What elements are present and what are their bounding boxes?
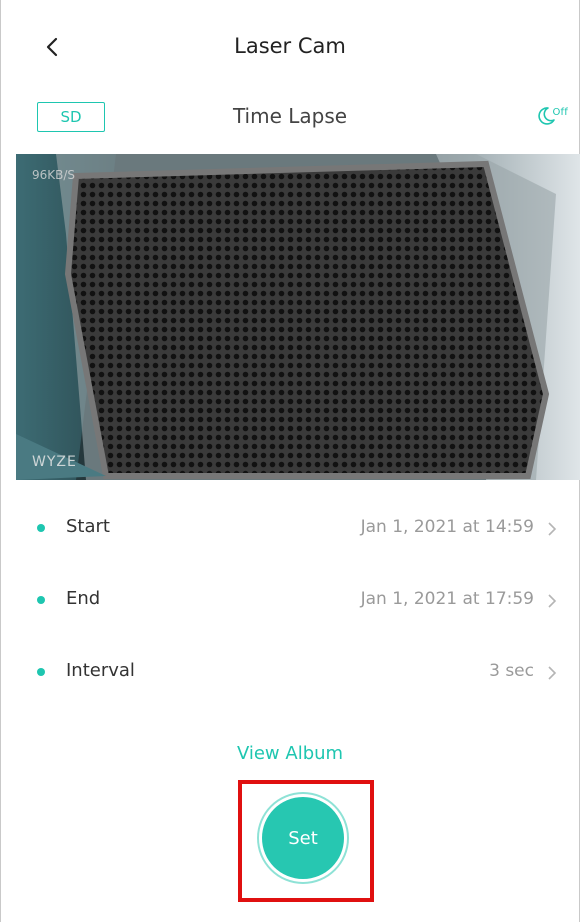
top-bar: Laser Cam xyxy=(0,0,580,96)
set-button[interactable]: Set xyxy=(262,797,344,879)
night-vision-state: Off xyxy=(552,107,568,118)
bullet-icon xyxy=(37,668,45,676)
bullet-icon xyxy=(37,524,45,532)
start-row[interactable]: Start Jan 1, 2021 at 14:59 xyxy=(0,492,580,564)
interval-label: Interval xyxy=(66,660,135,681)
chevron-right-icon xyxy=(548,666,557,680)
end-label: End xyxy=(66,588,101,609)
start-label: Start xyxy=(66,516,110,537)
end-value: Jan 1, 2021 at 17:59 xyxy=(360,589,534,609)
camera-image xyxy=(16,154,580,480)
interval-row[interactable]: Interval 3 sec xyxy=(0,636,580,708)
view-album-link[interactable]: View Album xyxy=(0,743,580,764)
chevron-right-icon xyxy=(548,594,557,608)
bitrate-overlay: 96KB/S xyxy=(32,168,76,182)
interval-value: 3 sec xyxy=(489,661,534,681)
chevron-right-icon xyxy=(548,522,557,536)
start-value: Jan 1, 2021 at 14:59 xyxy=(360,517,534,537)
camera-feed[interactable]: 96KB/S WYZE xyxy=(16,154,580,480)
night-vision-toggle[interactable]: Off xyxy=(536,106,568,126)
end-row[interactable]: End Jan 1, 2021 at 17:59 xyxy=(0,564,580,636)
timelapse-settings-list: Start Jan 1, 2021 at 14:59 End Jan 1, 20… xyxy=(0,492,580,708)
sub-header: SD Time Lapse Off xyxy=(0,96,580,142)
page-title: Laser Cam xyxy=(234,34,346,58)
camera-watermark: WYZE xyxy=(32,454,77,470)
bullet-icon xyxy=(37,596,45,604)
mode-title: Time Lapse xyxy=(232,104,348,128)
